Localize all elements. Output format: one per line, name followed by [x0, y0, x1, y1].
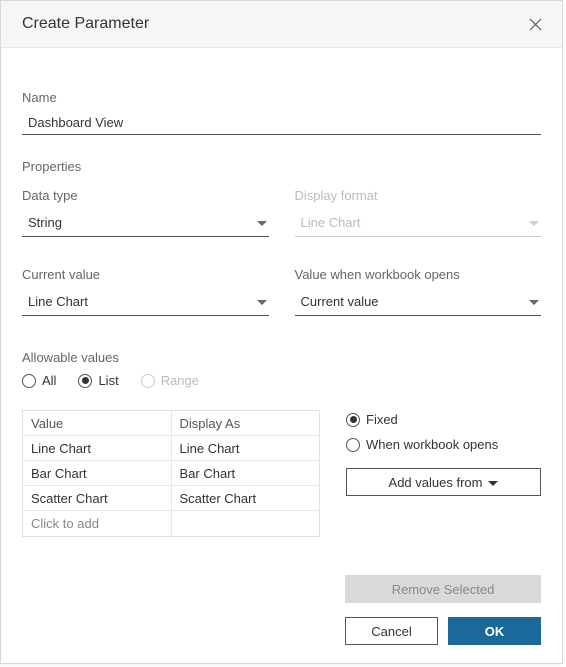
radio-all-label: All [42, 373, 56, 388]
chevron-down-icon [488, 475, 498, 490]
value-when-open-value: Current value [301, 294, 530, 309]
chevron-down-icon [529, 215, 539, 230]
radio-when-open-label: When workbook opens [366, 437, 498, 452]
chevron-down-icon [257, 294, 267, 309]
cancel-button[interactable]: Cancel [345, 617, 438, 645]
current-value-value: Line Chart [28, 294, 257, 309]
cell-value: Scatter Chart [23, 486, 172, 510]
table-row[interactable]: Bar Chart Bar Chart [23, 461, 319, 486]
remove-selected-button: Remove Selected [345, 575, 541, 603]
radio-fixed-label: Fixed [366, 412, 398, 427]
display-format-label: Display format [295, 188, 542, 203]
radio-circle-icon [141, 374, 155, 388]
radio-list-label: List [98, 373, 118, 388]
radio-circle-icon [78, 374, 92, 388]
radio-circle-icon [346, 413, 360, 427]
current-value-dropdown[interactable]: Line Chart [22, 288, 269, 316]
values-table: Value Display As Line Chart Line Chart B… [22, 410, 320, 537]
dialog-title: Create Parameter [22, 15, 149, 33]
table-row[interactable]: Line Chart Line Chart [23, 436, 319, 461]
table-header: Value Display As [23, 411, 319, 436]
data-type-label: Data type [22, 188, 269, 203]
ok-button[interactable]: OK [448, 617, 541, 645]
radio-circle-icon [346, 438, 360, 452]
chevron-down-icon [257, 215, 267, 230]
cell-display-as: Scatter Chart [172, 486, 320, 510]
close-icon [529, 18, 542, 31]
allowable-values-radios: All List Range [22, 373, 541, 388]
value-when-open-dropdown[interactable]: Current value [295, 288, 542, 316]
name-input[interactable] [22, 111, 541, 135]
dialog-footer: Remove Selected Cancel OK [22, 575, 541, 645]
data-type-dropdown[interactable]: String [22, 209, 269, 237]
add-row-label: Click to add [23, 511, 172, 536]
display-format-value: Line Chart [301, 215, 530, 230]
radio-range-label: Range [161, 373, 199, 388]
chevron-down-icon [529, 294, 539, 309]
display-format-dropdown: Line Chart [295, 209, 542, 237]
cell-display-as: Line Chart [172, 436, 320, 460]
header-value: Value [23, 411, 172, 435]
header-display-as: Display As [172, 411, 320, 435]
radio-fixed[interactable]: Fixed [346, 412, 541, 427]
allowable-values-label: Allowable values [22, 350, 541, 365]
title-bar: Create Parameter [1, 1, 562, 48]
radio-when-open[interactable]: When workbook opens [346, 437, 541, 452]
list-options: Fixed When workbook opens Add values fro… [346, 410, 541, 496]
current-value-label: Current value [22, 267, 269, 282]
dialog-content: Name Properties Data type String Display… [1, 48, 562, 537]
add-values-from-label: Add values from [389, 475, 483, 490]
data-type-value: String [28, 215, 257, 230]
cell-value: Line Chart [23, 436, 172, 460]
cell-display-as: Bar Chart [172, 461, 320, 485]
table-row[interactable]: Scatter Chart Scatter Chart [23, 486, 319, 511]
radio-circle-icon [22, 374, 36, 388]
add-values-from-button[interactable]: Add values from [346, 468, 541, 496]
cancel-label: Cancel [371, 624, 411, 639]
table-add-row[interactable]: Click to add [23, 511, 319, 536]
cell-value: Bar Chart [23, 461, 172, 485]
create-parameter-dialog: Create Parameter Name Properties Data ty… [0, 0, 563, 664]
radio-all[interactable]: All [22, 373, 56, 388]
remove-selected-label: Remove Selected [392, 582, 495, 597]
radio-range: Range [141, 373, 199, 388]
close-button[interactable] [526, 15, 544, 33]
properties-label: Properties [22, 159, 541, 174]
radio-list[interactable]: List [78, 373, 118, 388]
value-when-open-label: Value when workbook opens [295, 267, 542, 282]
name-label: Name [22, 90, 541, 105]
ok-label: OK [485, 624, 505, 639]
